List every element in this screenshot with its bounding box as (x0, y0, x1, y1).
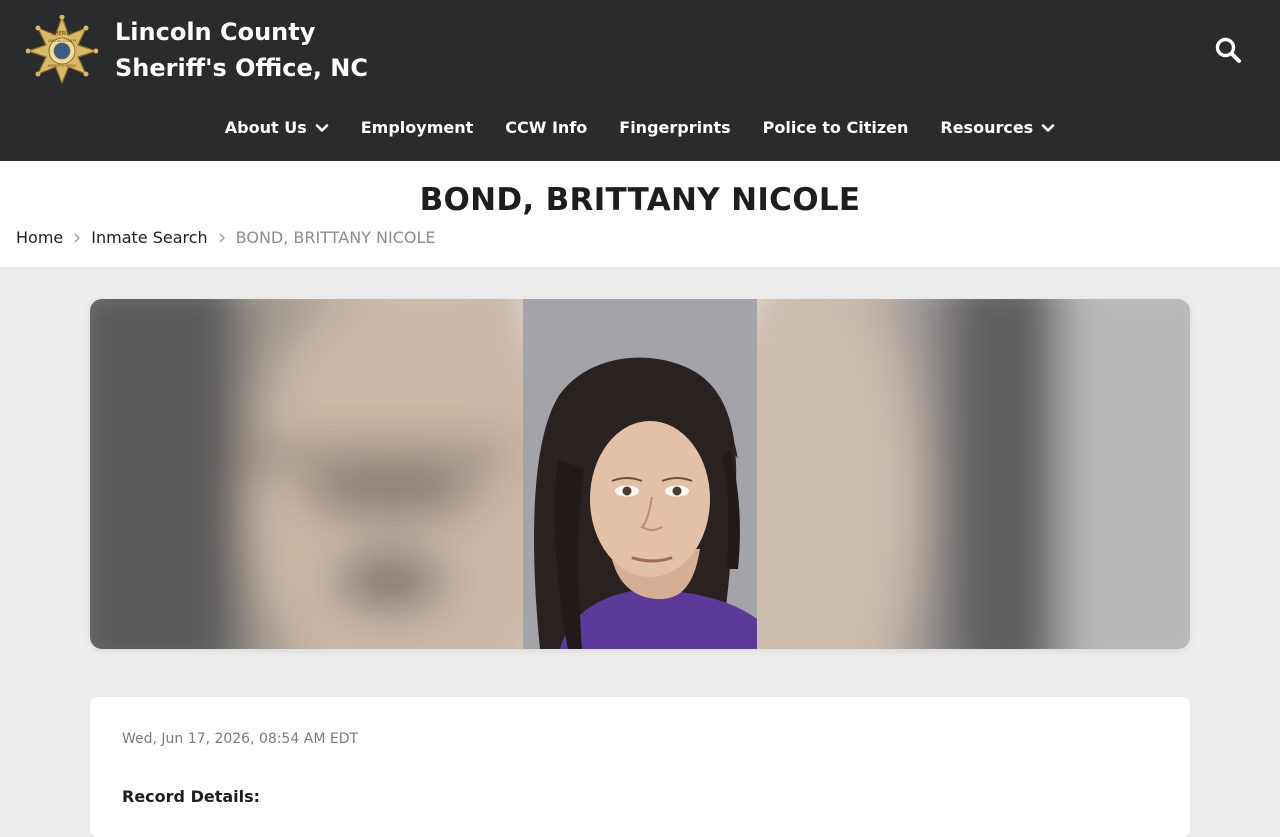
mugshot-banner (90, 299, 1190, 649)
nav-item-ccw-info[interactable]: CCW Info (505, 118, 587, 137)
badge-text-top: SHERIFF (52, 31, 73, 37)
site-brand[interactable]: SHERIFF LINCOLN COUNTY SHERIFF'S OFFICE … (26, 14, 368, 86)
nav-label: Employment (360, 118, 474, 137)
page-title: BOND, BRITTANY NICOLE (419, 182, 861, 218)
nav-item-fingerprints[interactable]: Fingerprints (619, 118, 730, 137)
brand-text[interactable]: Lincoln County Sheriff's Office, NC (115, 14, 368, 86)
chevron-right-icon (74, 233, 81, 242)
brand-line-1: Lincoln County (115, 18, 316, 46)
search-icon[interactable] (1214, 36, 1242, 64)
badge-text-bottom: SHERIFF'S OFFICE (48, 64, 77, 68)
nav-item-employment[interactable]: Employment (361, 118, 474, 137)
nav-label: Fingerprints (619, 118, 731, 137)
nav-item-about-us[interactable]: About Us (225, 118, 329, 137)
chevron-down-icon (1041, 123, 1055, 132)
site-header: SHERIFF LINCOLN COUNTY SHERIFF'S OFFICE … (0, 0, 1280, 161)
record-timestamp: Wed, Jun 17, 2026, 08:54 AM EDT (122, 731, 359, 747)
nav-item-police-to-citizen[interactable]: Police to Citizen (763, 118, 909, 137)
breadcrumb-current: BOND, BRITTANY NICOLE (235, 228, 436, 247)
record-details-heading: Record Details: (122, 787, 261, 806)
sheriff-star-badge-icon: SHERIFF LINCOLN COUNTY SHERIFF'S OFFICE (26, 15, 98, 85)
title-band: BOND, BRITTANY NICOLE Home Inmate Search… (0, 161, 1280, 267)
brand-line-2: Sheriff's Office, NC (115, 54, 368, 82)
badge-text-ring: LINCOLN COUNTY (48, 39, 76, 43)
nav-label: About Us (224, 118, 307, 137)
mugshot-image (90, 299, 1190, 649)
nav-label: CCW Info (505, 118, 588, 137)
mugshot-center (523, 299, 757, 649)
nav-label: Resources (940, 118, 1034, 137)
chevron-right-icon (219, 233, 225, 242)
main-nav: About Us Employment CCW Info Fingerprint… (0, 118, 1280, 137)
breadcrumb-inmate-search[interactable]: Inmate Search (91, 228, 207, 247)
nav-item-resources[interactable]: Resources (940, 118, 1055, 137)
chevron-down-icon (315, 123, 329, 132)
nav-label: Police to Citizen (762, 118, 909, 137)
record-card: Wed, Jun 17, 2026, 08:54 AM EDT Record D… (90, 697, 1190, 837)
breadcrumb: Home Inmate Search BOND, BRITTANY NICOLE (16, 228, 436, 247)
breadcrumb-home[interactable]: Home (16, 228, 63, 247)
